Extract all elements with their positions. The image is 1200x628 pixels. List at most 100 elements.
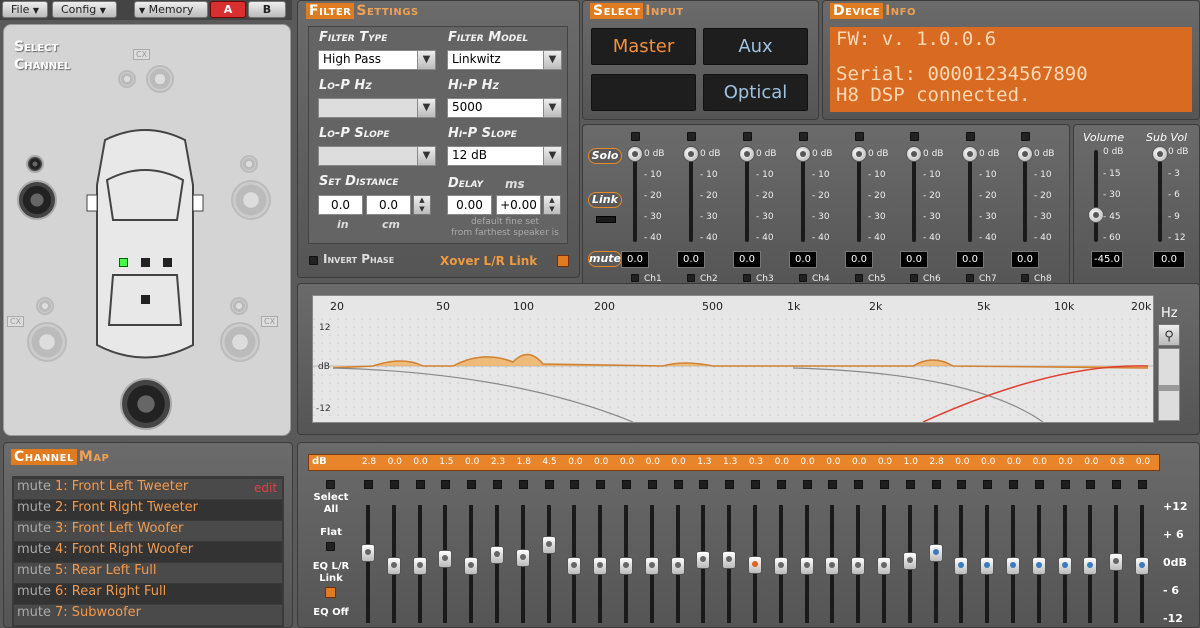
eq-band-slider[interactable]	[386, 557, 401, 575]
eq-band-select[interactable]	[622, 480, 631, 489]
memory-a-button[interactable]: A	[210, 1, 246, 18]
speaker-rear-left-tweeter[interactable]	[36, 297, 54, 315]
row-mute[interactable]: mute	[17, 605, 51, 620]
eq-band-slider[interactable]	[980, 557, 995, 575]
config-menu[interactable]: Config ▼	[52, 1, 117, 18]
sub-volume-fader-knob[interactable]	[1152, 146, 1168, 162]
channel-map-row[interactable]: mute 1: Front Left Tweeter	[14, 479, 282, 499]
channel-map-row[interactable]: mute 5: Rear Left Full	[14, 563, 282, 583]
channel-map-row[interactable]: mute 2: Front Right Tweeter	[14, 500, 282, 520]
hip-hz-select[interactable]: 5000 ▼	[447, 98, 562, 118]
invert-phase-checkbox[interactable]	[309, 256, 318, 265]
distance-stepper[interactable]: ▲ ▼	[413, 195, 431, 215]
eq-band-slider[interactable]	[1006, 557, 1020, 575]
channel-fader-track[interactable]	[912, 152, 916, 242]
filter-type-select[interactable]: High Pass ▼	[318, 50, 436, 70]
eq-band-select[interactable]	[1086, 480, 1096, 489]
row-mute[interactable]: mute	[17, 479, 51, 494]
eq-band-slider[interactable]	[670, 557, 685, 575]
delay-fine-input[interactable]: +0.00	[496, 195, 541, 215]
eq-band-slider[interactable]	[1135, 557, 1149, 575]
eq-band-select[interactable]	[1138, 480, 1147, 489]
channel-mute-led[interactable]	[966, 274, 974, 282]
channel-mute-led[interactable]	[743, 274, 751, 282]
eq-band-select[interactable]	[931, 480, 941, 489]
channel-fader-knob[interactable]	[627, 146, 643, 162]
eq-band-slider[interactable]	[825, 557, 840, 575]
channel-fader-track[interactable]	[857, 152, 861, 242]
eq-band-select[interactable]	[544, 480, 554, 489]
speaker-subwoofer[interactable]	[120, 378, 172, 430]
eq-band-slider[interactable]	[567, 557, 582, 575]
eq-link-toggle[interactable]	[325, 587, 336, 598]
memory-b-button[interactable]: B	[248, 1, 286, 18]
eq-band-slider[interactable]	[696, 551, 711, 570]
sub-volume-fader-track[interactable]	[1158, 150, 1162, 242]
eq-band-select[interactable]	[441, 480, 451, 489]
speaker-center-woofer[interactable]	[146, 65, 174, 93]
eq-band-slider[interactable]	[361, 544, 375, 563]
speaker-front-right-woofer[interactable]	[231, 180, 271, 220]
eq-band-select[interactable]	[905, 480, 915, 489]
channel-fader-track[interactable]	[968, 152, 972, 242]
channel-map-row[interactable]: mute 3: Front Left Woofer	[14, 521, 282, 541]
channel-fader-knob[interactable]	[906, 146, 922, 162]
eq-band-slider[interactable]	[1057, 557, 1072, 575]
eq-band-slider[interactable]	[438, 550, 453, 569]
channel-solo-led[interactable]	[743, 132, 752, 141]
eq-band-select[interactable]	[1060, 480, 1070, 489]
eq-band-select[interactable]	[518, 480, 528, 489]
row-mute[interactable]: mute	[17, 542, 51, 557]
channel-indicator[interactable]	[163, 258, 172, 267]
flat-button[interactable]	[326, 542, 335, 551]
volume-fader-knob[interactable]	[1088, 207, 1104, 223]
channel-fader-knob[interactable]	[739, 146, 755, 162]
eq-band-slider[interactable]	[1031, 557, 1046, 575]
graph-scrollbar[interactable]	[1158, 348, 1180, 421]
channel-mute-led[interactable]	[910, 274, 918, 282]
channel-fader-track[interactable]	[745, 152, 749, 242]
channel-fader-knob[interactable]	[1017, 146, 1033, 162]
eq-band-slider[interactable]	[954, 557, 969, 575]
eq-band-select[interactable]	[776, 480, 786, 489]
channel-mute-led[interactable]	[855, 274, 863, 282]
zoom-button[interactable]: ⚲	[1158, 324, 1180, 346]
eq-band-slider[interactable]	[748, 555, 762, 574]
eq-band-slider[interactable]	[1083, 557, 1098, 575]
channel-map-row[interactable]: mute 4: Front Right Woofer	[14, 542, 282, 562]
eq-band-slider[interactable]	[515, 548, 530, 567]
row-mute[interactable]: mute	[17, 521, 51, 536]
channel-fader-knob[interactable]	[683, 146, 699, 162]
channel-solo-led[interactable]	[966, 132, 975, 141]
speaker-rear-right-full[interactable]	[220, 322, 260, 362]
eq-band-slider[interactable]	[490, 546, 504, 565]
speaker-front-left-woofer[interactable]	[17, 180, 57, 220]
speaker-center-tweeter[interactable]	[118, 70, 136, 88]
channel-mute-led[interactable]	[799, 274, 807, 282]
channel-indicator-green[interactable]	[119, 258, 128, 267]
eq-band-select[interactable]	[1112, 480, 1122, 489]
edit-link[interactable]: edit	[254, 481, 277, 495]
eq-band-slider[interactable]	[928, 544, 943, 563]
file-menu[interactable]: File ▼	[2, 1, 48, 18]
channel-fader-knob[interactable]	[962, 146, 978, 162]
eq-band-slider[interactable]	[773, 557, 788, 575]
eq-band-track[interactable]	[366, 505, 370, 623]
distance-in-input[interactable]: 0.0	[318, 195, 363, 215]
channel-solo-led[interactable]	[799, 132, 808, 141]
eq-band-select[interactable]	[802, 480, 812, 489]
channel-solo-led[interactable]	[631, 132, 640, 141]
eq-band-select[interactable]	[596, 480, 606, 489]
speaker-rear-left-full[interactable]	[27, 322, 67, 362]
eq-band-select[interactable]	[880, 480, 889, 489]
eq-band-select[interactable]	[983, 480, 993, 489]
eq-band-select[interactable]	[828, 480, 838, 489]
row-mute[interactable]: mute	[17, 563, 51, 578]
eq-band-select[interactable]	[364, 480, 373, 489]
eq-band-slider[interactable]	[877, 557, 891, 575]
channel-solo-led[interactable]	[1021, 132, 1030, 141]
eq-band-select[interactable]	[673, 480, 683, 489]
scroll-thumb[interactable]	[1159, 385, 1179, 391]
eq-band-select[interactable]	[957, 480, 967, 489]
input-aux-button[interactable]: Aux	[703, 28, 808, 65]
